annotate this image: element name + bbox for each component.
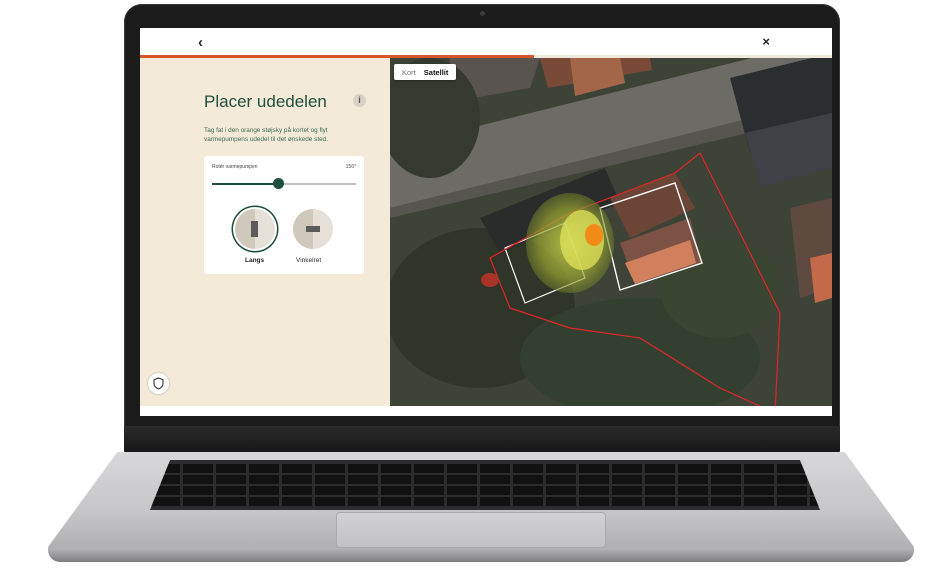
rotation-slider-fill (212, 183, 279, 185)
camera (480, 11, 485, 16)
key-row (150, 464, 820, 473)
rotation-card: Rotér varmepumpen 156° Langs Vinkelret (204, 156, 364, 274)
left-panel: Placer udedelen i Tag fat i den orange s… (140, 58, 390, 406)
key-row (150, 475, 820, 484)
map-type-toggle: Kort Satellit (394, 64, 457, 80)
close-button[interactable]: × (762, 34, 770, 49)
orientation-option-langs[interactable] (235, 209, 275, 249)
map-toggle-satellit[interactable]: Satellit (420, 68, 453, 77)
screen-bottom-strip (140, 406, 832, 416)
screen: ‹ × Placer udedelen i Tag fat i den oran… (140, 28, 832, 416)
orientation-option-vinkelret[interactable] (293, 209, 333, 249)
shield-icon (153, 377, 164, 390)
laptop-chin (124, 426, 840, 454)
top-bar: ‹ × (140, 28, 832, 56)
page-title: Placer udedelen (204, 92, 327, 111)
key-row (150, 486, 820, 495)
laptop-front-edge (48, 548, 914, 562)
slider-value: 156° (345, 164, 356, 170)
info-icon[interactable]: i (353, 94, 366, 107)
unit-horizontal-icon (306, 226, 320, 232)
unit-vertical-icon (251, 221, 258, 237)
key-row (150, 497, 820, 506)
noise-source-handle[interactable] (585, 224, 603, 246)
car (481, 273, 499, 287)
map-imagery (390, 58, 832, 406)
back-button[interactable]: ‹ (198, 34, 203, 51)
keyboard (150, 460, 820, 510)
map-toggle-kort[interactable]: Kort (398, 68, 420, 77)
rotation-slider-thumb[interactable] (273, 178, 285, 189)
option-label-langs: Langs (245, 257, 265, 264)
instruction-text: Tag fat i den orange støjsky på kortet o… (204, 127, 328, 143)
privacy-button[interactable] (148, 373, 169, 394)
option-label-vinkelret: Vinkelret (296, 257, 322, 264)
satellite-map[interactable]: Kort Satellit (390, 58, 832, 406)
trackpad (336, 512, 606, 548)
slider-label: Rotér varmepumpen (212, 164, 258, 170)
